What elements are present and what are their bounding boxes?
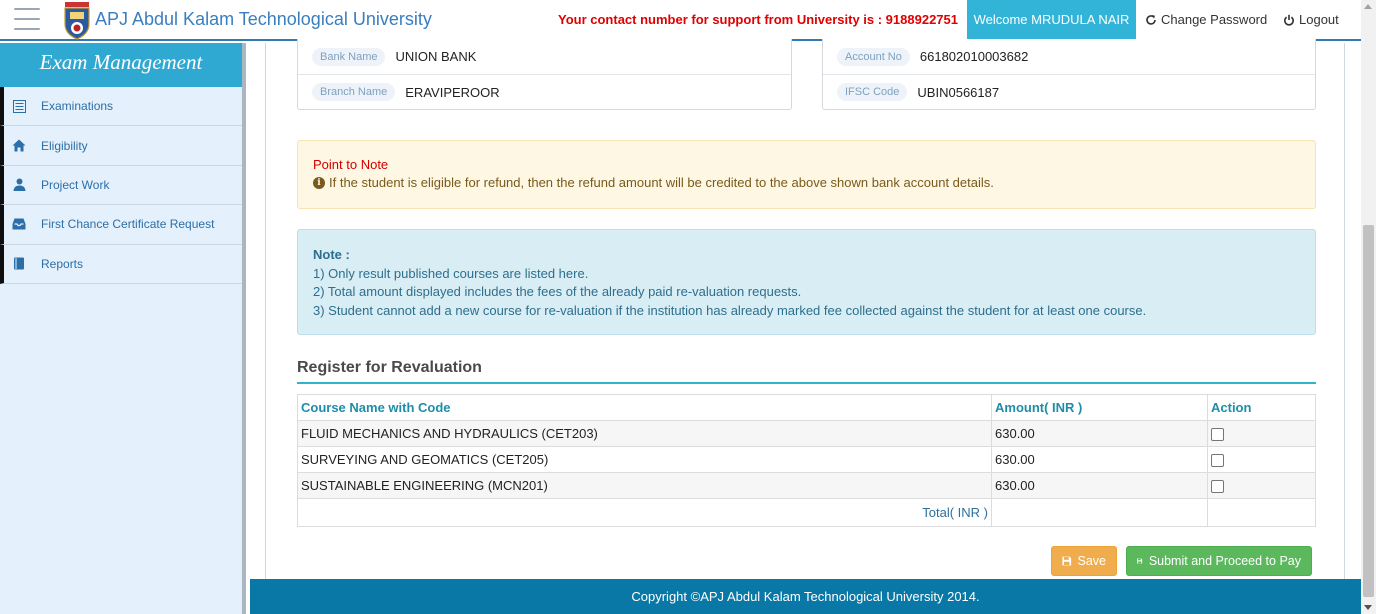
bank-name-label: Bank Name [312,47,386,66]
save-button-label: Save [1077,554,1107,568]
sidebar: Exam Management Examinations Eligibility… [0,43,246,614]
home-icon [12,139,26,153]
university-logo [63,2,91,40]
branch-name-value: ERAVIPEROOR [405,84,500,100]
amount-cell: 630.00 [991,446,1208,473]
sidebar-item-label: First Chance Certificate Request [41,217,215,232]
table-row: SUSTAINABLE ENGINEERING (MCN201) 630.00 [297,472,1316,499]
change-password-link[interactable]: Change Password [1145,12,1267,27]
action-cell [1207,420,1316,447]
sidebar-title: Exam Management [0,43,242,87]
inbox-icon [12,217,26,231]
column-header-amount: Amount( INR ) [991,394,1208,421]
book-icon [12,257,26,271]
account-no-row: Account No 661802010003682 [823,39,1315,74]
ifsc-label: IFSC Code [837,83,908,101]
sidebar-item-label: Reports [41,256,84,271]
list-icon [12,99,26,113]
select-course-checkbox[interactable] [1211,480,1224,494]
point-to-note-message-row: i If the student is eligible for refund,… [313,175,1300,190]
copyright-text: Copyright ©APJ Abdul Kalam Technological… [631,589,980,604]
floppy-disk-icon [1062,556,1072,566]
total-action-cell [1207,498,1316,527]
submit-button-label: Submit and Proceed to Pay [1148,554,1301,568]
note-title: Note : [313,247,350,262]
total-label: Total( INR ) [297,498,992,527]
point-to-note-title: Point to Note [313,157,389,172]
point-to-note-alert: Point to Note i If the student is eligib… [297,140,1316,209]
bank-details-right: Account No 661802010003682 IFSC Code UBI… [822,39,1316,110]
refresh-icon [1146,14,1156,25]
logout-label: Logout [1299,12,1339,27]
section-title: Register for Revaluation [297,359,1316,384]
power-icon [1284,14,1294,26]
page-scrollbar[interactable] [1361,0,1376,614]
floppy-disk-icon [1137,558,1143,564]
total-row: Total( INR ) [297,498,1316,527]
support-contact-text: Your contact number for support from Uni… [558,12,958,27]
submit-and-pay-button[interactable]: Submit and Proceed to Pay [1126,546,1312,576]
sidebar-item-label: Examinations [41,99,114,114]
top-header: APJ Abdul Kalam Technological University… [0,0,1361,41]
table-row: FLUID MECHANICS AND HYDRAULICS (CET203) … [297,420,1316,447]
total-value [991,498,1208,527]
column-header-course: Course Name with Code [297,394,992,421]
scroll-up-arrow-icon[interactable] [1364,4,1372,9]
select-course-checkbox[interactable] [1211,454,1224,468]
footer: Copyright ©APJ Abdul Kalam Technological… [250,579,1361,614]
account-no-value: 661802010003682 [919,49,1029,64]
point-to-note-message: If the student is eligible for refund, t… [329,175,994,190]
sidebar-item-reports[interactable]: Reports [0,244,242,284]
column-header-action: Action [1207,394,1316,421]
amount-cell: 630.00 [991,420,1208,447]
logout-link[interactable]: Logout [1283,12,1339,27]
sidebar-item-label: Project Work [41,177,110,192]
table-row: SURVEYING AND GEOMATICS (CET205) 630.00 [297,446,1316,473]
university-name[interactable]: APJ Abdul Kalam Technological University [95,9,432,30]
save-button[interactable]: Save [1051,546,1117,576]
ifsc-row: IFSC Code UBIN0566187 [823,74,1315,109]
sidebar-item-examinations[interactable]: Examinations [0,87,242,127]
select-course-checkbox[interactable] [1211,428,1224,442]
action-cell [1207,446,1316,473]
course-cell: SURVEYING AND GEOMATICS (CET205) [297,446,992,473]
table-header-row: Course Name with Code Amount( INR ) Acti… [297,394,1316,421]
branch-name-label: Branch Name [312,83,396,101]
bank-name-value: UNION BANK [395,49,477,64]
ifsc-value: UBIN0566187 [917,84,1000,100]
account-no-label: Account No [837,47,910,66]
scrollbar-thumb[interactable] [1363,225,1374,597]
note-line: 3) Student cannot add a new course for r… [313,302,1147,318]
sidebar-item-first-chance-certificate[interactable]: First Chance Certificate Request [0,205,242,245]
revaluation-table: Course Name with Code Amount( INR ) Acti… [297,394,1316,527]
branch-name-row: Branch Name ERAVIPEROOR [298,74,791,109]
sidebar-item-label: Eligibility [41,138,88,153]
note-alert: Note : 1) Only result published courses … [297,229,1316,335]
course-cell: SUSTAINABLE ENGINEERING (MCN201) [297,472,992,499]
note-line: 1) Only result published courses are lis… [313,265,589,281]
scroll-down-arrow-icon[interactable] [1364,605,1372,610]
info-icon: i [313,176,325,189]
amount-cell: 630.00 [991,472,1208,499]
sidebar-item-project-work[interactable]: Project Work [0,165,242,206]
user-icon [12,178,26,192]
welcome-user-badge[interactable]: Welcome MRUDULA NAIR [967,0,1136,41]
change-password-label: Change Password [1161,12,1268,27]
sidebar-item-eligibility[interactable]: Eligibility [0,126,242,166]
main-content: Bank Name UNION BANK Branch Name ERAVIPE… [265,39,1345,579]
note-line: 2) Total amount displayed includes the f… [313,284,802,299]
bank-details-left: Bank Name UNION BANK Branch Name ERAVIPE… [297,39,792,110]
bank-name-row: Bank Name UNION BANK [298,39,791,74]
action-cell [1207,472,1316,499]
menu-toggle-icon[interactable] [14,8,40,30]
course-cell: FLUID MECHANICS AND HYDRAULICS (CET203) [297,420,992,447]
